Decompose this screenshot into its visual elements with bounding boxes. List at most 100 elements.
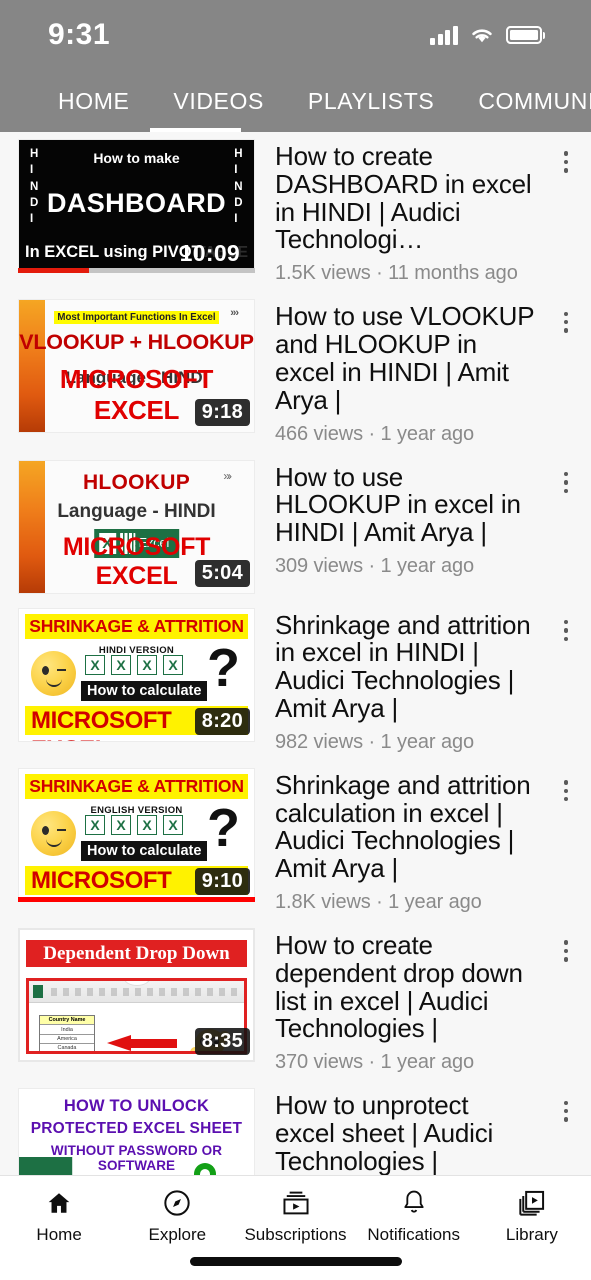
compass-icon bbox=[160, 1188, 194, 1218]
tab-playlists[interactable]: PLAYLISTS bbox=[308, 88, 434, 115]
subscriptions-icon bbox=[279, 1188, 313, 1218]
more-options-icon[interactable] bbox=[553, 934, 579, 968]
video-thumbnail[interactable]: HOW TO UNLOCK PROTECTED EXCEL SHEET WITH… bbox=[18, 1088, 255, 1175]
x-box: X bbox=[163, 814, 183, 835]
status-bar-clock: 9:31 bbox=[48, 18, 111, 51]
home-icon bbox=[42, 1188, 76, 1218]
home-indicator bbox=[189, 1257, 402, 1266]
nav-item-notifications[interactable]: Notifications bbox=[355, 1188, 473, 1245]
active-tab-indicator bbox=[150, 128, 241, 132]
thumbnail-line1: VLOOKUP + HLOOKUP bbox=[19, 330, 254, 355]
video-title[interactable]: How to use HLOOKUP in excel in HINDI | A… bbox=[275, 463, 579, 547]
video-thumbnail[interactable]: Dependent Drop Down Country Name India A… bbox=[18, 928, 255, 1062]
country-table: Country Name India America Canada Hong K… bbox=[39, 1015, 95, 1051]
video-duration-badge: 8:35 bbox=[194, 1028, 250, 1055]
thumbnail-highlight-text: Most Important Functions In Excel bbox=[54, 311, 219, 325]
more-options-icon[interactable] bbox=[553, 145, 579, 179]
x-box: X bbox=[163, 654, 183, 675]
chevron-right-icon: »› bbox=[223, 468, 232, 483]
more-options-icon[interactable] bbox=[553, 466, 579, 500]
nav-item-explore[interactable]: Explore bbox=[118, 1188, 236, 1245]
video-title[interactable]: Shrinkage and attrition calculation in e… bbox=[275, 771, 579, 883]
youtube-channel-videos-screen: 9:31 HOME VIDEOS PLAYLISTS COMMUNITY CHA… bbox=[0, 0, 591, 1280]
more-options-icon[interactable] bbox=[553, 774, 579, 808]
tab-community[interactable]: COMMUNITY bbox=[478, 88, 591, 115]
nav-item-home[interactable]: Home bbox=[0, 1188, 118, 1245]
nav-label: Notifications bbox=[367, 1225, 461, 1244]
video-duration-badge: 9:18 bbox=[194, 399, 250, 427]
nav-label: Subscriptions bbox=[244, 1225, 347, 1244]
wifi-icon bbox=[471, 28, 492, 42]
more-options-icon[interactable] bbox=[553, 1094, 579, 1128]
video-duration-badge: 8:20 bbox=[194, 707, 250, 735]
emoji-face-icon bbox=[31, 650, 76, 696]
question-mark-icon: ? bbox=[207, 637, 240, 698]
table-header: Country Name bbox=[40, 1016, 94, 1026]
bell-icon bbox=[397, 1188, 431, 1218]
video-list-item[interactable]: Most Important Functions In Excel »› VLO… bbox=[0, 292, 591, 453]
emoji-face-icon bbox=[31, 810, 76, 856]
nav-label: Explore bbox=[148, 1225, 207, 1244]
x-box: X bbox=[137, 654, 157, 675]
thumbnail-line2: PROTECTED EXCEL SHEET bbox=[30, 1120, 243, 1138]
video-thumbnail[interactable]: HINDI HINDI How to make DASHBOARD In EXC… bbox=[18, 139, 255, 273]
left-arrow-icon bbox=[107, 1035, 177, 1051]
video-metadata: Shrinkage and attrition calculation in e… bbox=[255, 768, 591, 914]
video-metadata: How to use HLOOKUP in excel in HINDI | A… bbox=[255, 460, 591, 594]
x-box: X bbox=[85, 654, 105, 675]
table-row: Canada bbox=[40, 1044, 94, 1051]
thumbnail-line1: HOW TO UNLOCK bbox=[63, 1097, 210, 1116]
video-title[interactable]: How to use VLOOKUP and HLOOKUP in excel … bbox=[275, 302, 579, 414]
watch-progress-bar bbox=[18, 268, 255, 273]
tab-home[interactable]: HOME bbox=[58, 88, 129, 115]
video-stats: 1.8K views · 1 year ago bbox=[275, 891, 482, 913]
nav-label: Home bbox=[36, 1225, 82, 1244]
tab-videos[interactable]: VIDEOS bbox=[173, 88, 264, 115]
excel-logo-icon: X Excel bbox=[19, 1157, 72, 1175]
video-metadata: Shrinkage and attrition in excel in HIND… bbox=[255, 608, 591, 754]
table-row: America bbox=[40, 1035, 94, 1045]
x-box: X bbox=[85, 814, 105, 835]
video-list-item[interactable]: HOW TO UNLOCK PROTECTED EXCEL SHEET WITH… bbox=[0, 1081, 591, 1175]
video-list-item[interactable]: HINDI HINDI How to make DASHBOARD In EXC… bbox=[0, 132, 591, 293]
open-padlock-icon bbox=[192, 1163, 226, 1175]
video-duration-badge: 5:04 bbox=[194, 559, 250, 587]
more-options-icon[interactable] bbox=[553, 614, 579, 648]
thumbnail-band-top: SHRINKAGE & ATTRITION bbox=[25, 773, 248, 799]
nav-item-library[interactable]: Library bbox=[473, 1188, 591, 1245]
question-mark-icon: ? bbox=[207, 797, 240, 858]
library-icon bbox=[515, 1188, 549, 1218]
video-stats: 309 views · 1 year ago bbox=[275, 554, 475, 577]
video-title[interactable]: How to create DASHBOARD in excel in HIND… bbox=[275, 142, 579, 254]
video-title[interactable]: Shrinkage and attrition in excel in HIND… bbox=[275, 611, 579, 723]
thumbnail-line1: HLOOKUP bbox=[82, 470, 191, 494]
status-bar-indicators bbox=[430, 25, 545, 45]
video-list[interactable]: HINDI HINDI How to make DASHBOARD In EXC… bbox=[0, 132, 591, 1175]
video-duration-badge: 9:10 bbox=[194, 867, 250, 895]
watch-progress-bar bbox=[18, 896, 255, 902]
x-box: X bbox=[137, 814, 157, 835]
video-title[interactable]: How to unprotect excel sheet | Audici Te… bbox=[275, 1091, 579, 1175]
video-thumbnail[interactable]: HLOOKUP »› Language - HINDI X Excel MICR… bbox=[18, 459, 255, 594]
cellular-signal-icon bbox=[430, 25, 458, 45]
video-metadata: How to create dependent drop down list i… bbox=[255, 928, 591, 1074]
nav-label: Library bbox=[505, 1225, 558, 1244]
thumbnail-line2: DASHBOARD bbox=[46, 188, 227, 218]
video-list-item[interactable]: SHRINKAGE & ATTRITION ENGLISH VERSION X … bbox=[0, 760, 591, 921]
thumbnail-line1: How to make bbox=[93, 150, 180, 166]
video-list-item[interactable]: SHRINKAGE & ATTRITION HINDI VERSION X X … bbox=[0, 600, 591, 761]
video-thumbnail[interactable]: Most Important Functions In Excel »› VLO… bbox=[18, 299, 255, 434]
video-list-item[interactable]: HLOOKUP »› Language - HINDI X Excel MICR… bbox=[0, 452, 591, 601]
video-list-item[interactable]: Dependent Drop Down Country Name India A… bbox=[0, 921, 591, 1082]
channel-tab-bar[interactable]: HOME VIDEOS PLAYLISTS COMMUNITY CHAN bbox=[0, 70, 591, 132]
nav-item-subscriptions[interactable]: Subscriptions bbox=[236, 1188, 354, 1245]
video-thumbnail[interactable]: SHRINKAGE & ATTRITION HINDI VERSION X X … bbox=[18, 607, 255, 742]
video-title[interactable]: How to create dependent drop down list i… bbox=[275, 931, 579, 1043]
video-metadata: How to create DASHBOARD in excel in HIND… bbox=[255, 139, 591, 285]
video-thumbnail[interactable]: SHRINKAGE & ATTRITION ENGLISH VERSION X … bbox=[18, 767, 255, 902]
x-box: X bbox=[111, 654, 131, 675]
video-metadata: How to unprotect excel sheet | Audici Te… bbox=[255, 1088, 591, 1175]
video-duration-badge: 10:09 bbox=[179, 240, 240, 266]
more-options-icon[interactable] bbox=[553, 305, 579, 339]
thumbnail-banner: Dependent Drop Down bbox=[26, 940, 247, 967]
